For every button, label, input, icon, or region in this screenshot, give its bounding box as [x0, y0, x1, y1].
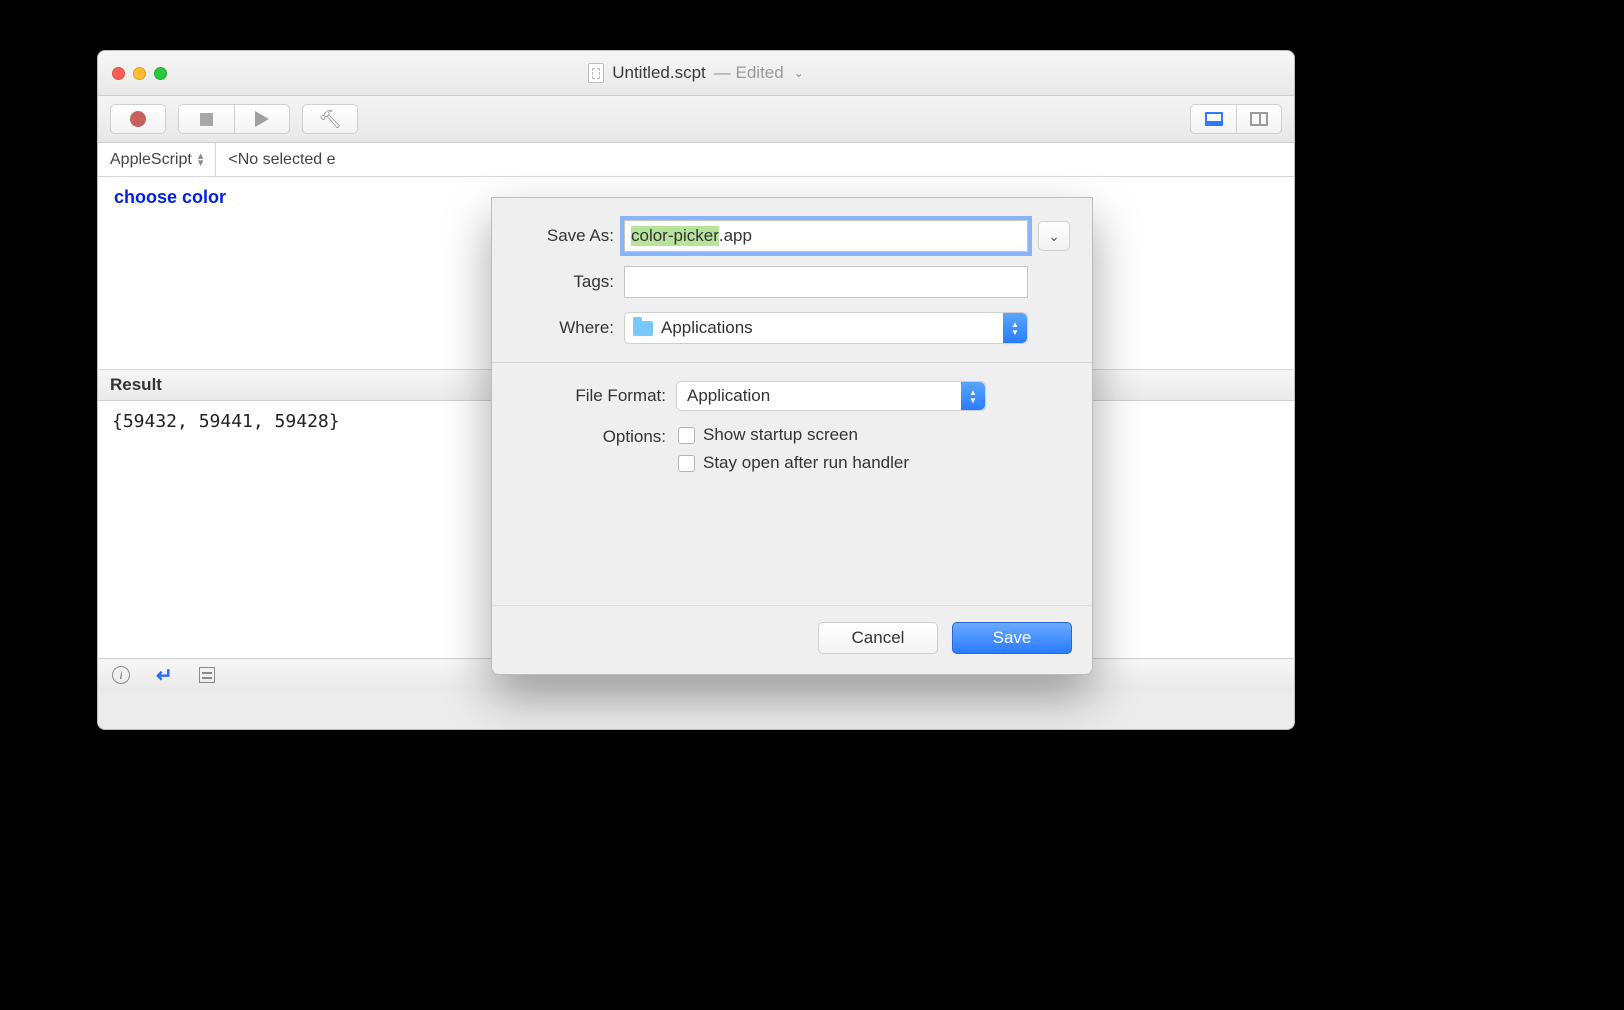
editor-view-icon: [1205, 112, 1223, 126]
where-select[interactable]: Applications ▲▼: [624, 312, 1028, 344]
save-as-label: Save As:: [514, 226, 614, 246]
record-button[interactable]: [110, 104, 166, 134]
close-button[interactable]: [112, 67, 125, 80]
record-icon: [130, 111, 146, 127]
minimize-button[interactable]: [133, 67, 146, 80]
updown-icon: ▴▾: [198, 153, 204, 167]
document-icon: [588, 63, 604, 83]
options-label: Options:: [514, 425, 666, 447]
file-format-select[interactable]: Application ▲▼: [676, 381, 986, 411]
tags-field[interactable]: [624, 266, 1028, 298]
chevron-down-icon[interactable]: ⌄: [794, 66, 804, 80]
play-icon: [255, 111, 269, 127]
save-sheet: Save As: color-picker.app ⌄ Tags: Where:…: [491, 197, 1093, 675]
expand-save-button[interactable]: ⌄: [1038, 221, 1070, 251]
document-name: Untitled.scpt: [612, 63, 706, 83]
save-button[interactable]: Save: [952, 622, 1072, 654]
result-tab[interactable]: ↵: [156, 663, 173, 688]
checkbox-icon: [678, 455, 695, 472]
checkbox-icon: [678, 427, 695, 444]
where-label: Where:: [514, 318, 614, 338]
language-selector[interactable]: AppleScript ▴▾: [98, 143, 216, 176]
hammer-icon: 🔨︎: [319, 109, 342, 130]
stop-icon: [200, 113, 213, 126]
navigation-bar: AppleScript ▴▾ <No selected e: [98, 143, 1294, 177]
option-stay-open[interactable]: Stay open after run handler: [678, 453, 909, 473]
compile-button[interactable]: 🔨︎: [302, 104, 358, 134]
view-mode-editor[interactable]: [1190, 104, 1236, 134]
chevron-down-icon: ⌄: [1048, 228, 1060, 245]
cancel-button[interactable]: Cancel: [818, 622, 938, 654]
folder-icon: [633, 321, 653, 336]
split-view-icon: [1250, 112, 1268, 126]
script-editor-window: Untitled.scpt — Edited ⌄ 🔨︎ AppleScript …: [97, 50, 1295, 730]
log-tab[interactable]: [199, 667, 215, 683]
window-title[interactable]: Untitled.scpt — Edited ⌄: [588, 63, 804, 83]
toolbar: 🔨︎: [98, 96, 1294, 143]
stop-button[interactable]: [178, 104, 234, 134]
tags-label: Tags:: [514, 272, 614, 292]
option-show-startup[interactable]: Show startup screen: [678, 425, 909, 445]
titlebar: Untitled.scpt — Edited ⌄: [98, 51, 1294, 96]
description-tab[interactable]: i: [112, 666, 130, 684]
run-button[interactable]: [234, 104, 290, 134]
context-selector[interactable]: <No selected e: [216, 143, 347, 176]
updown-icon: ▲▼: [1003, 313, 1027, 343]
file-format-label: File Format:: [514, 386, 666, 406]
traffic-lights: [112, 67, 167, 80]
zoom-button[interactable]: [154, 67, 167, 80]
updown-icon: ▲▼: [961, 382, 985, 410]
view-mode-split[interactable]: [1236, 104, 1282, 134]
filename-field[interactable]: color-picker.app: [624, 220, 1028, 252]
